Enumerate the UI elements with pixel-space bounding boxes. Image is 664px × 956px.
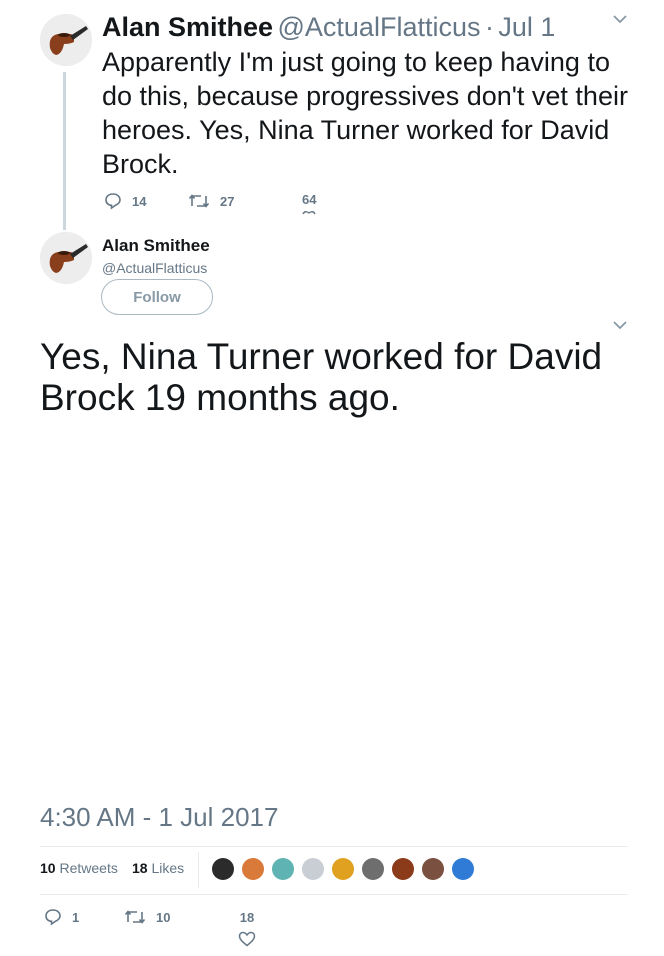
chevron-down-icon[interactable] — [612, 12, 628, 30]
pipe-avatar-icon — [40, 14, 92, 66]
like-stat-count: 18 — [132, 860, 148, 876]
liker-avatar-7[interactable] — [392, 858, 414, 880]
heart-icon — [302, 211, 316, 215]
like-count: 64 — [302, 192, 317, 207]
liker-avatar-9[interactable] — [452, 858, 474, 880]
stat-divider — [198, 852, 199, 888]
retweet-action[interactable]: 10 — [124, 908, 170, 926]
like-count: 18 — [239, 910, 255, 925]
avatar[interactable] — [40, 232, 92, 284]
display-name[interactable]: Alan Smithee — [102, 236, 210, 256]
reply-count: 14 — [132, 193, 147, 209]
divider — [40, 846, 628, 847]
retweet-icon — [188, 194, 210, 208]
thread-line — [63, 72, 66, 230]
heart-icon — [238, 931, 256, 947]
chevron-down-icon[interactable] — [612, 318, 628, 336]
username[interactable]: @ActualFlatticus — [278, 12, 481, 42]
main-tweet-text: Yes, Nina Turner worked for David Brock … — [40, 336, 603, 418]
display-name[interactable]: Alan Smithee — [102, 12, 273, 42]
tweet-header: Alan Smithee @ActualFlatticus · Jul 1 — [102, 12, 555, 43]
retweet-stat-count: 10 — [40, 860, 56, 876]
retweet-stat-label: Retweets — [59, 860, 118, 876]
retweet-count: 10 — [156, 909, 171, 925]
like-action[interactable]: 18 — [238, 910, 256, 947]
liker-avatar-5[interactable] — [332, 858, 354, 880]
tweet-date[interactable]: Jul 1 — [498, 12, 555, 42]
liker-avatar-3[interactable] — [272, 858, 294, 880]
likers-list — [212, 858, 474, 880]
retweet-action[interactable]: 27 — [188, 192, 234, 210]
liker-avatar-1[interactable] — [212, 858, 234, 880]
liker-avatar-8[interactable] — [422, 858, 444, 880]
like-stat[interactable]: 18 Likes — [132, 860, 184, 876]
reply-action[interactable]: 1 — [44, 908, 79, 926]
avatar[interactable] — [40, 14, 92, 66]
follow-button[interactable]: Follow — [101, 279, 213, 315]
retweet-icon — [124, 910, 146, 924]
retweet-stat[interactable]: 10 Retweets — [40, 860, 118, 876]
reply-icon — [105, 193, 121, 210]
retweet-count: 27 — [220, 193, 235, 209]
like-action[interactable]: 64 — [302, 192, 316, 215]
reply-count: 1 — [72, 909, 80, 925]
separator: · — [484, 12, 494, 42]
tweet-timestamp[interactable]: 4:30 AM - 1 Jul 2017 — [40, 802, 278, 833]
liker-avatar-6[interactable] — [362, 858, 384, 880]
pipe-avatar-icon — [40, 232, 92, 284]
like-stat-label: Likes — [151, 860, 185, 876]
tweet-text: Apparently I'm just going to keep having… — [102, 47, 628, 179]
reply-action[interactable]: 14 — [104, 192, 146, 210]
liker-avatar-2[interactable] — [242, 858, 264, 880]
username[interactable]: @ActualFlatticus — [102, 260, 207, 276]
liker-avatar-4[interactable] — [302, 858, 324, 880]
reply-icon — [45, 909, 61, 926]
divider — [40, 894, 628, 895]
